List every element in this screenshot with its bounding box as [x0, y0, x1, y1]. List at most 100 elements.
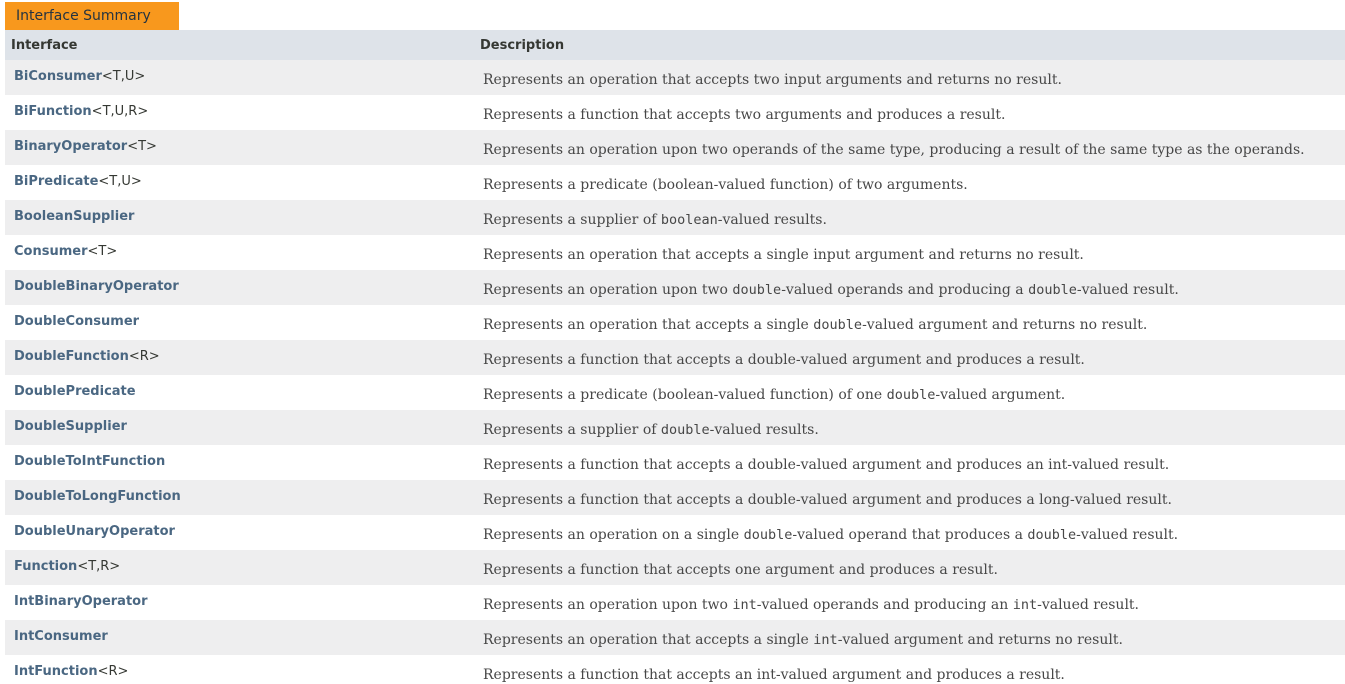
description-text: -valued operand that produces a — [792, 527, 1028, 543]
table-row: IntFunction<R> Represents a function that… — [5, 655, 1345, 684]
interface-cell: DoubleSupplier — [5, 410, 480, 445]
code-fragment: boolean — [660, 212, 718, 228]
description-cell: Represents a predicate (boolean-valued f… — [480, 165, 1345, 200]
interface-cell: DoubleConsumer — [5, 305, 480, 340]
interface-link[interactable]: BiFunction — [14, 104, 92, 119]
description-cell: Represents a function that accepts a dou… — [480, 340, 1345, 375]
interface-link[interactable]: DoubleConsumer — [14, 314, 139, 329]
type-parameters: <R> — [97, 664, 129, 679]
description-text: Represents a supplier of — [483, 422, 661, 438]
code-fragment: double — [743, 527, 793, 543]
interface-summary-page: Interface Summary Interface Description … — [0, 0, 1345, 684]
table-row: Consumer<T> Represents an operation that … — [5, 235, 1345, 270]
interface-link[interactable]: IntConsumer — [14, 629, 108, 644]
interface-link[interactable]: DoubleBinaryOperator — [14, 279, 179, 294]
table-row: BiFunction<T,U,R> Represents a function t… — [5, 95, 1345, 130]
interface-cell: BiConsumer<T,U> — [5, 60, 480, 95]
type-parameters: <R> — [128, 349, 160, 364]
code-fragment: double — [660, 422, 710, 438]
description-text: Represents a function that accepts a dou… — [483, 492, 1172, 508]
interface-link[interactable]: Function — [14, 559, 77, 574]
code-fragment: int — [1012, 597, 1038, 613]
interface-cell: DoubleToLongFunction — [5, 480, 480, 515]
interface-cell: Consumer<T> — [5, 235, 480, 270]
interface-link[interactable]: Consumer — [14, 244, 88, 259]
type-parameters: <T> — [127, 139, 157, 154]
description-text: Represents a predicate (boolean-valued f… — [483, 177, 968, 193]
table-row: DoubleConsumer Represents an operation th… — [5, 305, 1345, 340]
description-text: -valued result. — [1076, 527, 1179, 543]
interface-link[interactable]: DoubleUnaryOperator — [14, 524, 175, 539]
interface-link[interactable]: BiPredicate — [14, 174, 98, 189]
description-cell: Represents an operation upon two operand… — [480, 130, 1345, 165]
description-cell: Represents an operation that accepts a s… — [480, 305, 1345, 340]
description-text: -valued results. — [709, 422, 819, 438]
description-text: Represents an operation that accepts two… — [483, 72, 1062, 88]
description-text: Represents an operation upon two — [483, 597, 733, 613]
table-row: DoubleUnaryOperator Represents an operati… — [5, 515, 1345, 550]
table-row: BinaryOperator<T> Represents an operation… — [5, 130, 1345, 165]
interface-link[interactable]: IntBinaryOperator — [14, 594, 148, 609]
code-fragment: double — [732, 282, 782, 298]
description-cell: Represents a function that accepts an in… — [480, 655, 1345, 684]
table-row: DoubleToIntFunction Represents a function… — [5, 445, 1345, 480]
table-header-row: Interface Description — [5, 30, 1345, 60]
code-fragment: double — [1028, 282, 1077, 298]
interface-cell: IntFunction<R> — [5, 655, 480, 684]
table-row: BiConsumer<T,U> Represents an operation t… — [5, 60, 1345, 95]
interface-link[interactable]: BinaryOperator — [14, 139, 127, 154]
description-cell: Represents an operation that accepts a s… — [480, 620, 1345, 655]
description-cell: Represents an operation on a single doub… — [480, 515, 1345, 550]
interface-link[interactable]: BiConsumer — [14, 69, 102, 84]
interface-cell: BooleanSupplier — [5, 200, 480, 235]
table-row: Function<T,R> Represents a function that … — [5, 550, 1345, 585]
interface-link[interactable]: DoubleFunction — [14, 349, 129, 364]
description-text: -valued argument. — [935, 387, 1066, 403]
description-text: -valued argument and returns no result. — [862, 317, 1148, 333]
type-parameters: <T,U> — [98, 174, 142, 189]
description-text: Represents a function that accepts two a… — [483, 107, 1006, 123]
description-text: -valued results. — [717, 212, 827, 228]
type-parameters: <T,U> — [101, 69, 146, 84]
code-fragment: int — [813, 632, 838, 648]
interface-link[interactable]: BooleanSupplier — [14, 209, 134, 224]
table-row: DoubleFunction<R> Represents a function t… — [5, 340, 1345, 375]
description-cell: Represents a function that accepts a dou… — [480, 480, 1345, 515]
description-text: Represents a function that accepts a dou… — [483, 457, 1170, 473]
interface-link[interactable]: DoubleToIntFunction — [14, 454, 165, 469]
interface-link[interactable]: IntFunction — [14, 664, 98, 679]
table-row: BiPredicate<T,U> Represents a predicate (… — [5, 165, 1345, 200]
description-text: Represents a function that accepts an in… — [483, 667, 1065, 683]
table-row: IntConsumer Represents an operation that … — [5, 620, 1345, 655]
interface-summary-table: Interface Description BiConsumer<T,U> Rep… — [5, 30, 1345, 684]
description-text: Represents a supplier of — [483, 212, 661, 228]
description-text: Represents a function that accepts a dou… — [483, 352, 1085, 368]
type-parameters: <T,R> — [77, 559, 121, 574]
interface-cell: DoubleUnaryOperator — [5, 515, 480, 550]
code-fragment: double — [886, 387, 936, 403]
description-cell: Represents a supplier of boolean-valued … — [480, 200, 1345, 235]
interface-summary-caption: Interface Summary — [5, 2, 179, 30]
interface-cell: DoubleToIntFunction — [5, 445, 480, 480]
interface-link[interactable]: DoubleToLongFunction — [14, 489, 181, 504]
description-column-header: Description — [480, 30, 1345, 60]
interface-cell: Function<T,R> — [5, 550, 480, 585]
description-text: Represents an operation on a single — [483, 527, 744, 543]
description-cell: Represents a function that accepts two a… — [480, 95, 1345, 130]
interface-table-body: BiConsumer<T,U> Represents an operation t… — [5, 60, 1345, 684]
interface-link[interactable]: DoublePredicate — [14, 384, 136, 399]
description-text: Represents a function that accepts one a… — [483, 562, 998, 578]
table-row: DoublePredicate Represents a predicate (b… — [5, 375, 1345, 410]
table-row: BooleanSupplier Represents a supplier of … — [5, 200, 1345, 235]
description-cell: Represents an operation upon two int-val… — [480, 585, 1345, 620]
description-text: Represents an operation that accepts a s… — [483, 317, 814, 333]
type-parameters: <T> — [87, 244, 118, 259]
interface-link[interactable]: DoubleSupplier — [14, 419, 127, 434]
description-text: Represents an operation that accepts a s… — [483, 632, 814, 648]
description-cell: Represents an operation that accepts two… — [480, 60, 1345, 95]
description-text: -valued operands and producing a — [781, 282, 1029, 298]
code-fragment: int — [732, 597, 757, 613]
interface-cell: DoubleFunction<R> — [5, 340, 480, 375]
interface-cell: BiFunction<T,U,R> — [5, 95, 480, 130]
table-row: DoubleSupplier Represents a supplier of d… — [5, 410, 1345, 445]
